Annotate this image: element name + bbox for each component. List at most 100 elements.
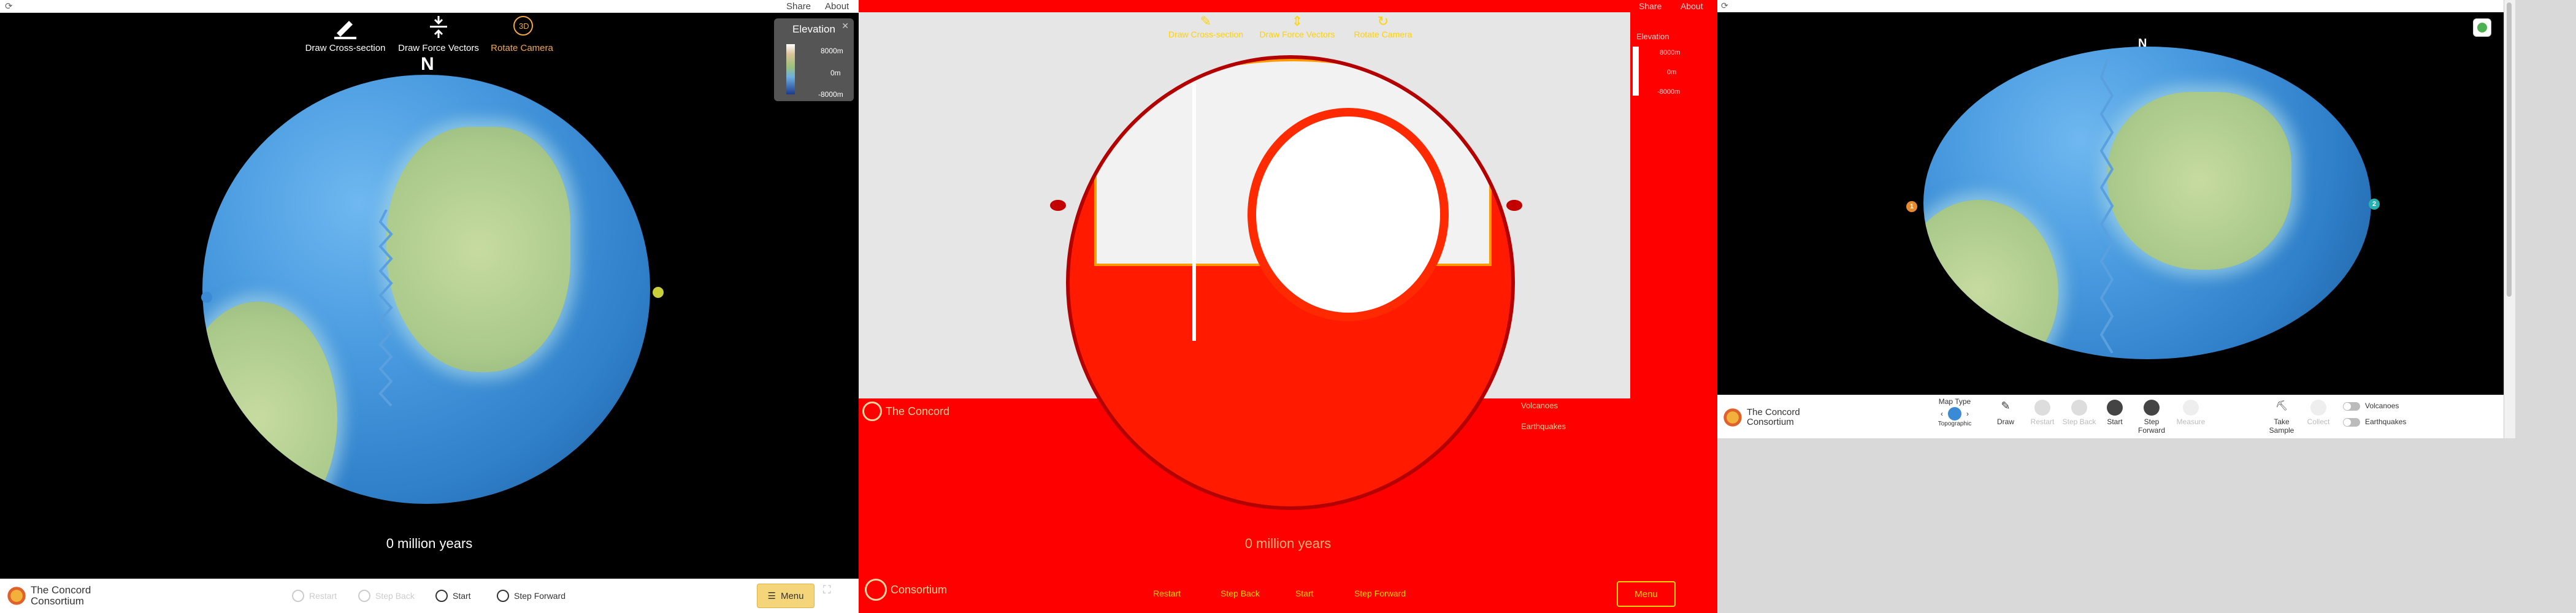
logo-line-2: Consortium (31, 595, 84, 607)
fullscreen-icon[interactable]: ⛶ (823, 584, 831, 596)
reload-icon[interactable]: ⟳ (1721, 1, 1728, 11)
play-icon (435, 590, 448, 602)
step-forward-label: Step Forward (514, 591, 566, 601)
toolbar-group: Map Type ‹ › Topographic ✎ Draw Restart … (1920, 395, 2226, 435)
restart-button[interactable]: Restart (1153, 588, 1181, 598)
continent-plate-1[interactable] (386, 127, 570, 372)
vertical-scrollbar[interactable] (2504, 0, 2515, 438)
draw-label: Draw (1996, 417, 2014, 426)
earthquakes-toggle[interactable]: Earthquakes (1521, 422, 1566, 431)
sun-logo-icon (865, 579, 887, 601)
continent-plate-1[interactable] (2107, 92, 2291, 270)
rotate-camera-button[interactable]: 3D Rotate Camera (476, 15, 568, 53)
take-sample-label: Take Sample (2269, 417, 2294, 435)
continent-plate-2[interactable] (202, 302, 337, 504)
earthquakes-label: Earthquakes (2365, 417, 2407, 426)
planet-globe[interactable] (202, 75, 650, 504)
rotate-3d-icon: ↻ (1377, 13, 1389, 29)
legend-min: -8000m (1657, 88, 1681, 96)
take-sample-button[interactable]: ⛏ Take Sample (2264, 400, 2299, 435)
step-forward-label: Step Forward (2137, 417, 2165, 435)
step-back-button[interactable]: Step Back (1221, 588, 1260, 598)
rotate-camera-button[interactable]: ↻ Rotate Camera (1343, 13, 1423, 39)
step-forward-button[interactable]: Step Forward (2134, 400, 2169, 435)
restart-button[interactable]: Restart (292, 590, 337, 602)
menu-button[interactable]: ☰ Menu (757, 584, 815, 608)
hamburger-icon: ☰ (767, 591, 776, 601)
plate-marker-1[interactable]: 1 (1906, 201, 1917, 212)
browser-topbar: ⟳ Share About (0, 0, 859, 13)
extension-icon[interactable] (2473, 18, 2491, 37)
collect-button[interactable]: Collect (2301, 400, 2336, 426)
start-button[interactable]: Start (435, 590, 471, 602)
step-back-button[interactable]: Step Back (358, 590, 415, 602)
draw-button[interactable]: ✎ Draw (1988, 400, 2023, 426)
plate-marker-2[interactable] (653, 287, 664, 298)
scrollbar-thumb[interactable] (2507, 2, 2512, 297)
map-type-selector[interactable]: Map Type ‹ › Topographic (1927, 397, 1982, 427)
step-back-button[interactable]: Step Back (2062, 400, 2096, 426)
elevation-scale-bar (786, 44, 795, 94)
pencil-icon: ✎ (1200, 13, 1212, 29)
legend-sidebar: Elevation 8000m 0m -8000m (1630, 12, 1717, 398)
draw-cross-section-button[interactable]: Draw Cross-section (299, 15, 391, 53)
start-button[interactable]: Start (2098, 400, 2132, 426)
menu-label: Menu (780, 590, 804, 601)
simulation-window-middle: Elevation 8000m 0m -8000m Share About ✎ … (859, 0, 1717, 613)
simulation-window-left: ⟳ Share About Draw Cross-section Draw Fo… (0, 0, 859, 613)
share-link[interactable]: Share (1639, 1, 1662, 11)
draw-force-vectors-button[interactable]: Draw Force Vectors (393, 15, 485, 53)
start-label: Start (1295, 588, 1314, 598)
plate-boundary (378, 210, 393, 407)
planet-globe[interactable] (1066, 55, 1515, 510)
step-forward-icon (2144, 400, 2160, 416)
chevron-right-icon[interactable]: › (1966, 409, 1969, 418)
svg-text:3D: 3D (519, 21, 529, 31)
draw-force-vectors-button[interactable]: ⇕ Draw Force Vectors (1251, 13, 1343, 39)
planet-globe[interactable] (1923, 47, 2371, 359)
draw-force-vectors-label: Draw Force Vectors (1259, 29, 1335, 39)
rotate-camera-label: Rotate Camera (491, 43, 553, 53)
continent-plate-1[interactable] (1248, 108, 1449, 321)
plate-marker-1[interactable] (1050, 200, 1066, 211)
menu-button[interactable]: Menu (1617, 581, 1676, 607)
step-forward-button[interactable]: Step Forward (1354, 588, 1406, 598)
plate-marker-2[interactable]: 2 (2369, 199, 2380, 210)
play-icon (2107, 400, 2123, 416)
about-link[interactable]: About (1681, 1, 1703, 11)
restart-icon (2034, 400, 2050, 416)
restart-icon (292, 590, 304, 602)
continent-plate-2[interactable] (1923, 200, 2058, 359)
legend-max: 8000m (1660, 49, 1681, 56)
start-label: Start (453, 591, 471, 601)
start-button[interactable]: Start (1295, 588, 1314, 598)
share-link[interactable]: Share (786, 1, 811, 12)
chevron-left-icon[interactable]: ‹ (1941, 409, 1943, 418)
about-link[interactable]: About (825, 1, 849, 12)
concord-logo[interactable]: The Concord (862, 402, 949, 421)
restart-label: Restart (2030, 417, 2055, 426)
globe-icon (1948, 407, 1961, 421)
restart-label: Restart (309, 591, 337, 601)
step-back-label: Step Back (1221, 588, 1260, 598)
concord-logo[interactable]: The Concord Consortium (6, 585, 91, 607)
step-forward-button[interactable]: Step Forward (497, 590, 565, 602)
measure-button[interactable]: Measure (2174, 400, 2208, 426)
reload-icon[interactable]: ⟳ (5, 1, 13, 12)
plate-marker-2[interactable] (1506, 200, 1522, 211)
step-back-label: Step Back (375, 591, 415, 601)
time-display: 0 million years (386, 536, 473, 551)
draw-force-vectors-label: Draw Force Vectors (398, 43, 479, 53)
restart-button[interactable]: Restart (2025, 400, 2060, 426)
pencil-icon (334, 21, 356, 39)
restart-label: Restart (1153, 588, 1181, 598)
plate-marker-1[interactable] (201, 292, 212, 303)
volcanoes-label: Volcanoes (2365, 402, 2399, 410)
collect-label: Collect (2307, 417, 2330, 426)
concord-logo-bottom[interactable]: Consortium (865, 579, 947, 601)
force-arrows-icon (430, 16, 447, 38)
draw-cross-section-button[interactable]: ✎ Draw Cross-section (1163, 13, 1249, 39)
legend-min: -8000m (818, 90, 843, 99)
volcanoes-toggle[interactable]: Volcanoes (1521, 401, 1558, 410)
concord-logo[interactable]: The Concord Consortium (1722, 407, 1800, 428)
